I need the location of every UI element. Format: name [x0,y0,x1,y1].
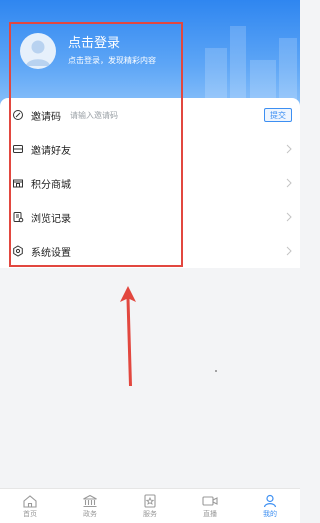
profile-header: 点击登录 点击登录，发现精彩内容 [0,0,300,110]
tab-label: 我的 [263,509,277,518]
stray-dot [215,370,217,372]
avatar[interactable] [20,33,56,69]
invite-friends-icon [12,143,24,155]
menu-item-label: 积分商城 [31,179,71,191]
chevron-right-icon [286,178,292,188]
chevron-right-icon [286,144,292,154]
tab-government[interactable]: 政务 [60,489,120,523]
menu-item-label: 浏览记录 [31,213,71,225]
menu-card: 邀请码 请输入邀请码 提交 邀请好友 积分商城 浏览记录 系统设置 [0,98,300,268]
menu-item-history[interactable]: 浏览记录 [0,200,300,234]
avatar-placeholder-icon [26,40,50,66]
live-video-icon [202,495,218,506]
tab-label: 服务 [143,509,157,518]
login-subtitle: 点击登录，发现精彩内容 [68,55,156,65]
login-area[interactable]: 点击登录 点击登录，发现精彩内容 [20,33,156,69]
tab-label: 直播 [203,509,217,518]
tab-label: 首页 [23,509,37,518]
tab-home[interactable]: 首页 [0,489,60,523]
chevron-right-icon [286,246,292,256]
settings-icon [12,245,24,257]
service-icon [144,493,156,508]
menu-item-label: 邀请好友 [31,145,71,157]
login-title[interactable]: 点击登录 [68,36,156,52]
chevron-right-icon [286,212,292,222]
tab-profile[interactable]: 我的 [240,489,300,523]
profile-icon [263,494,277,507]
home-icon [23,494,37,508]
tab-service[interactable]: 服务 [120,489,180,523]
invite-code-row: 邀请码 请输入邀请码 提交 [0,98,300,132]
menu-item-points-mall[interactable]: 积分商城 [0,166,300,200]
menu-item-invite-friends[interactable]: 邀请好友 [0,132,300,166]
invite-code-label: 邀请码 [31,111,61,123]
annotation-arrow-icon [120,286,136,386]
link-icon [12,109,24,121]
menu-item-label: 系统设置 [31,247,71,259]
invite-code-input[interactable]: 请输入邀请码 [70,110,118,121]
bottom-tab-bar: 首页 政务 服务 直播 我的 [0,488,300,523]
points-mall-icon [12,177,24,189]
submit-button[interactable]: 提交 [264,108,292,122]
government-icon [83,494,97,507]
tab-live[interactable]: 直播 [180,489,240,523]
menu-item-settings[interactable]: 系统设置 [0,234,300,268]
history-icon [12,211,24,223]
tab-label: 政务 [83,509,97,518]
